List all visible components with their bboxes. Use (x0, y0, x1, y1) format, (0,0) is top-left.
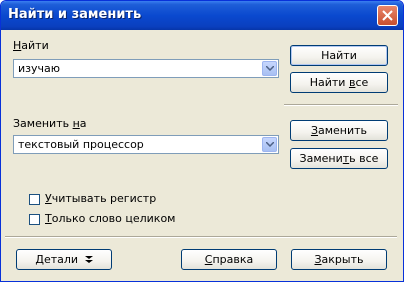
details-button[interactable]: Детали (16, 249, 112, 270)
find-dropdown-button[interactable] (262, 61, 277, 76)
bottom-divider (5, 236, 397, 238)
replace-dropdown-button[interactable] (262, 137, 277, 152)
find-all-button[interactable]: Найти все (290, 72, 388, 93)
whole-word-label: Только слово целиком (45, 212, 176, 225)
chevron-down-icon (266, 142, 274, 147)
match-case-label: Учитывать регистр (45, 192, 157, 205)
find-label: Найти (13, 39, 49, 52)
replace-label: Заменить на (13, 117, 87, 130)
replace-combobox[interactable]: текстовый процессор (13, 135, 279, 154)
match-case-checkbox[interactable] (29, 194, 40, 205)
close-icon (382, 10, 393, 21)
replace-input-value: текстовый процессор (18, 138, 144, 151)
chevron-down-icon (266, 66, 274, 71)
find-replace-dialog: Найти и заменить Найти изучаю Заменить н… (0, 0, 404, 282)
find-input-value: изучаю (18, 62, 61, 75)
close-button[interactable]: Закрыть (291, 249, 387, 270)
find-combobox[interactable]: изучаю (13, 59, 279, 78)
whole-word-checkbox[interactable] (29, 214, 40, 225)
find-button[interactable]: Найти (290, 45, 388, 66)
replace-all-button[interactable]: Заменить все (290, 148, 388, 169)
replace-button[interactable]: Заменить (290, 120, 388, 141)
close-window-button[interactable] (377, 5, 398, 26)
double-chevron-down-icon (84, 256, 93, 263)
title-bar[interactable]: Найти и заменить (1, 1, 403, 30)
window-title: Найти и заменить (8, 7, 142, 22)
help-button[interactable]: Справка (181, 249, 277, 270)
divider (284, 104, 398, 106)
